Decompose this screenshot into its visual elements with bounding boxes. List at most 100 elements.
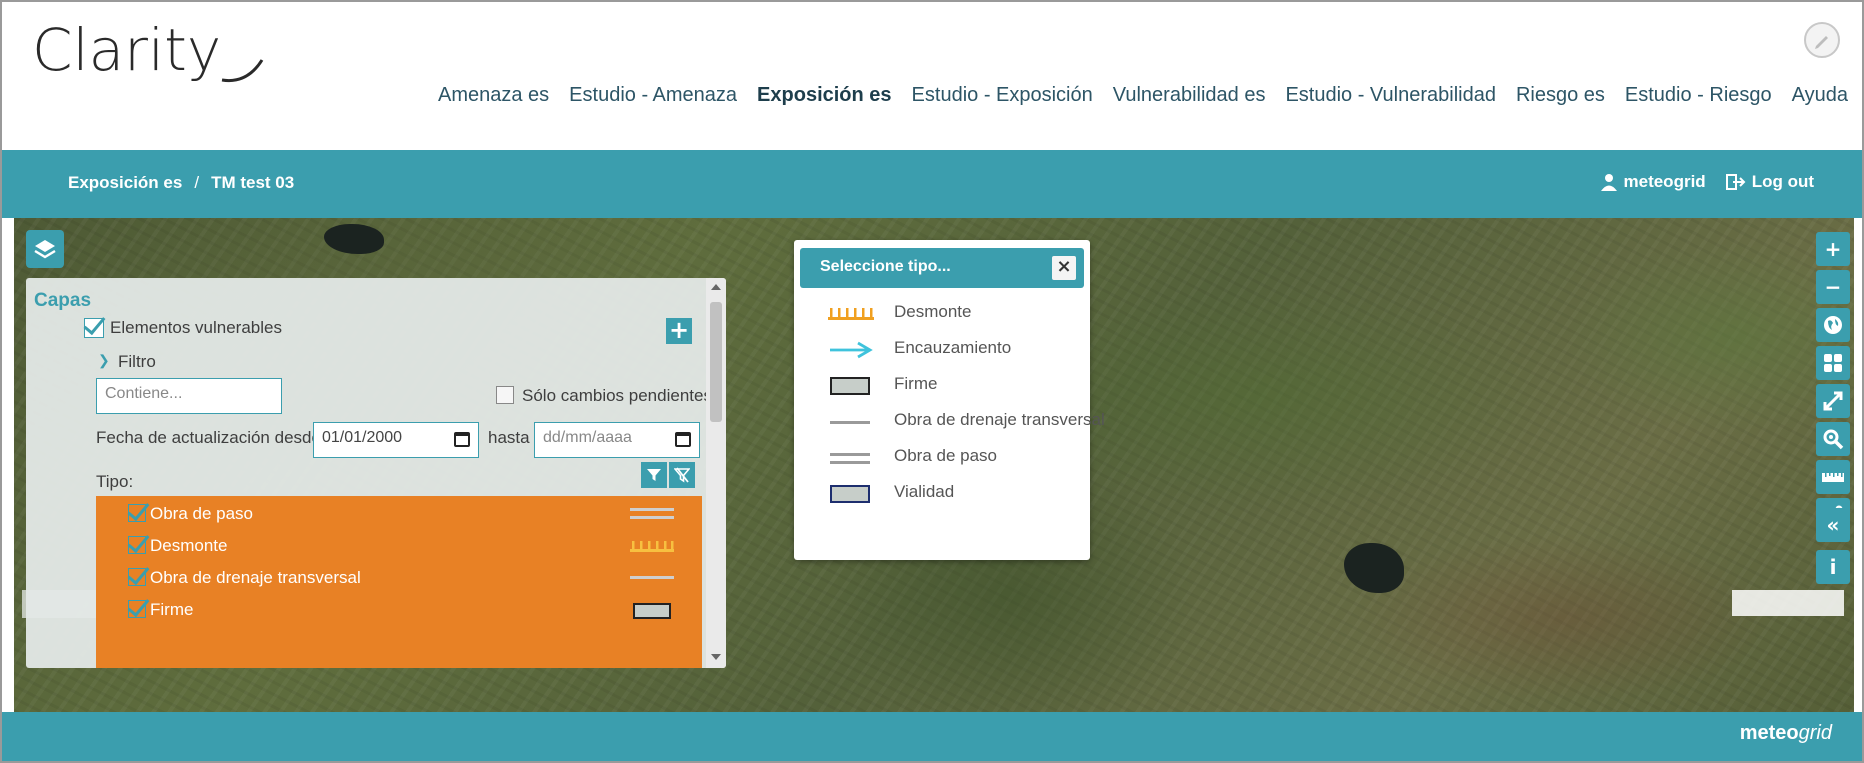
date-from-label: Fecha de actualización desde	[96, 428, 321, 447]
pencil-icon[interactable]	[1804, 22, 1840, 58]
list-item[interactable]: Obra de paso	[96, 498, 702, 530]
date-to-placeholder: dd/mm/aaaa	[543, 429, 632, 446]
user-menu[interactable]: meteogrid	[1600, 172, 1706, 192]
panel-title: Capas	[34, 290, 92, 311]
nav-amenaza-es[interactable]: Amenaza es	[438, 84, 549, 107]
logout-icon	[1725, 174, 1746, 190]
scale-bar	[1732, 590, 1844, 616]
type-label: Tipo:	[96, 472, 134, 491]
date-from-value: 01/01/2000	[322, 429, 403, 446]
date-to-input[interactable]: dd/mm/aaaa	[534, 422, 700, 458]
user-icon	[1600, 174, 1617, 191]
type-option-label: Encauzamiento	[894, 338, 1012, 357]
type-checkbox[interactable]	[128, 568, 146, 586]
comb-symbol	[828, 308, 874, 320]
filter-label[interactable]: Filtro	[118, 352, 156, 372]
pending-changes-label: Sólo cambios pendientes	[522, 386, 712, 405]
breadcrumb-current: TM test 03	[211, 173, 295, 192]
brand-part-a: meteo	[1739, 722, 1799, 744]
grid-icon[interactable]	[1816, 346, 1850, 380]
nav-exposicion-es[interactable]: Exposición es	[757, 84, 892, 107]
clarity-logo: Clarity	[32, 18, 264, 84]
box-blue-symbol	[830, 485, 870, 503]
fullscreen-icon[interactable]	[1816, 384, 1850, 418]
filter-toggle[interactable]: ❯	[98, 350, 110, 370]
panel-scrollbar[interactable]	[706, 278, 726, 668]
nav-vulnerabilidad-es[interactable]: Vulnerabilidad es	[1113, 84, 1266, 107]
search-placeholder: Contiene...	[105, 385, 183, 402]
logout-label: Log out	[1751, 172, 1814, 191]
calendar-icon[interactable]	[675, 432, 691, 447]
zoom-out-button[interactable]: −	[1816, 270, 1850, 304]
list-item[interactable]: Desmonte	[96, 530, 702, 562]
nav-estudio-amenaza[interactable]: Estudio - Amenaza	[569, 84, 737, 107]
user-area: meteogrid Log out	[1600, 172, 1814, 192]
type-option-obra-de-drenaje[interactable]: Obra de drenaje transversal	[814, 406, 1105, 438]
zoom-in-button[interactable]: +	[1816, 232, 1850, 266]
box-symbol	[830, 377, 870, 395]
list-item[interactable]: Firme	[96, 594, 702, 626]
zoom-search-icon[interactable]	[1816, 422, 1850, 456]
chevron-down-icon: ❯	[98, 352, 110, 368]
map-toolbar: + −	[1816, 232, 1850, 532]
calendar-icon[interactable]	[454, 432, 470, 447]
double-line-symbol	[830, 453, 870, 464]
nav-estudio-vulnerabilidad[interactable]: Estudio - Vulnerabilidad	[1285, 84, 1496, 107]
breadcrumb-separator: /	[194, 173, 200, 192]
nav-estudio-exposicion[interactable]: Estudio - Exposición	[912, 84, 1093, 107]
box-symbol	[633, 603, 671, 619]
close-icon[interactable]: ×	[1052, 256, 1076, 280]
info-button[interactable]: i	[1816, 550, 1850, 584]
breadcrumb-bar: Exposición es / TM test 03 meteogrid Log…	[2, 150, 1862, 218]
clear-filter-icon[interactable]	[669, 462, 695, 488]
type-checkbox[interactable]	[128, 504, 146, 522]
type-selector-popup: Seleccione tipo... × Desmonte Encauzamie…	[794, 240, 1105, 560]
type-option-label: Firme	[894, 374, 938, 393]
app-window: Clarity Amenaza es Estudio - Amenaza Exp…	[0, 0, 1864, 763]
layers-button[interactable]	[26, 230, 64, 268]
main-nav: Amenaza es Estudio - Amenaza Exposición …	[438, 84, 1848, 107]
breadcrumb: Exposición es / TM test 03	[68, 173, 294, 193]
nav-riesgo-es[interactable]: Riesgo es	[1516, 84, 1605, 107]
type-option-vialidad[interactable]: Vialidad	[814, 478, 1084, 510]
add-button[interactable]: +	[666, 318, 692, 344]
list-item[interactable]: Obra de drenaje transversal	[96, 562, 702, 594]
type-option-label: Obra de drenaje transversal	[894, 410, 1105, 429]
scroll-up-icon[interactable]	[711, 284, 721, 290]
layer-name: Elementos vulnerables	[110, 318, 282, 337]
map-lake	[1344, 543, 1404, 593]
layer-checkbox[interactable]	[84, 318, 104, 338]
nav-estudio-riesgo[interactable]: Estudio - Riesgo	[1625, 84, 1772, 107]
layer-panel: Capas Elementos vulnerables + ❯ Filtro C…	[26, 278, 726, 668]
date-to-label: hasta	[488, 428, 530, 447]
type-name: Obra de drenaje transversal	[150, 568, 361, 587]
scroll-down-icon[interactable]	[711, 654, 721, 660]
type-checkbox[interactable]	[128, 536, 146, 554]
collapse-button[interactable]: «	[1816, 508, 1850, 542]
type-checkbox[interactable]	[128, 600, 146, 618]
type-option-label: Vialidad	[894, 482, 955, 501]
brand-part-b: grid	[1798, 722, 1832, 744]
satellite-map[interactable]: Capas Elementos vulnerables + ❯ Filtro C…	[14, 218, 1854, 712]
nav-ayuda[interactable]: Ayuda	[1792, 84, 1848, 107]
layers-icon	[34, 240, 56, 259]
ruler-icon[interactable]	[1816, 460, 1850, 494]
date-from-input[interactable]: 01/01/2000	[313, 422, 479, 458]
logout-link[interactable]: Log out	[1725, 172, 1814, 192]
type-name: Obra de paso	[150, 504, 254, 523]
filter-icon[interactable]	[641, 462, 667, 488]
single-line-symbol	[830, 421, 870, 424]
scroll-thumb[interactable]	[710, 302, 722, 422]
meteogrid-logo: meteogrid	[1740, 722, 1832, 745]
globe-icon[interactable]	[1816, 308, 1850, 342]
username: meteogrid	[1623, 172, 1706, 191]
type-option-desmonte[interactable]: Desmonte	[814, 298, 1084, 330]
breadcrumb-parent[interactable]: Exposición es	[68, 173, 182, 193]
type-option-encauzamiento[interactable]: Encauzamiento	[814, 334, 1084, 366]
header: Clarity Amenaza es Estudio - Amenaza Exp…	[2, 2, 1862, 150]
double-line-symbol	[630, 508, 674, 519]
pending-changes-checkbox[interactable]	[496, 386, 514, 404]
type-option-firme[interactable]: Firme	[814, 370, 1084, 402]
search-input[interactable]: Contiene...	[96, 378, 282, 414]
type-option-obra-de-paso[interactable]: Obra de paso	[814, 442, 1084, 474]
